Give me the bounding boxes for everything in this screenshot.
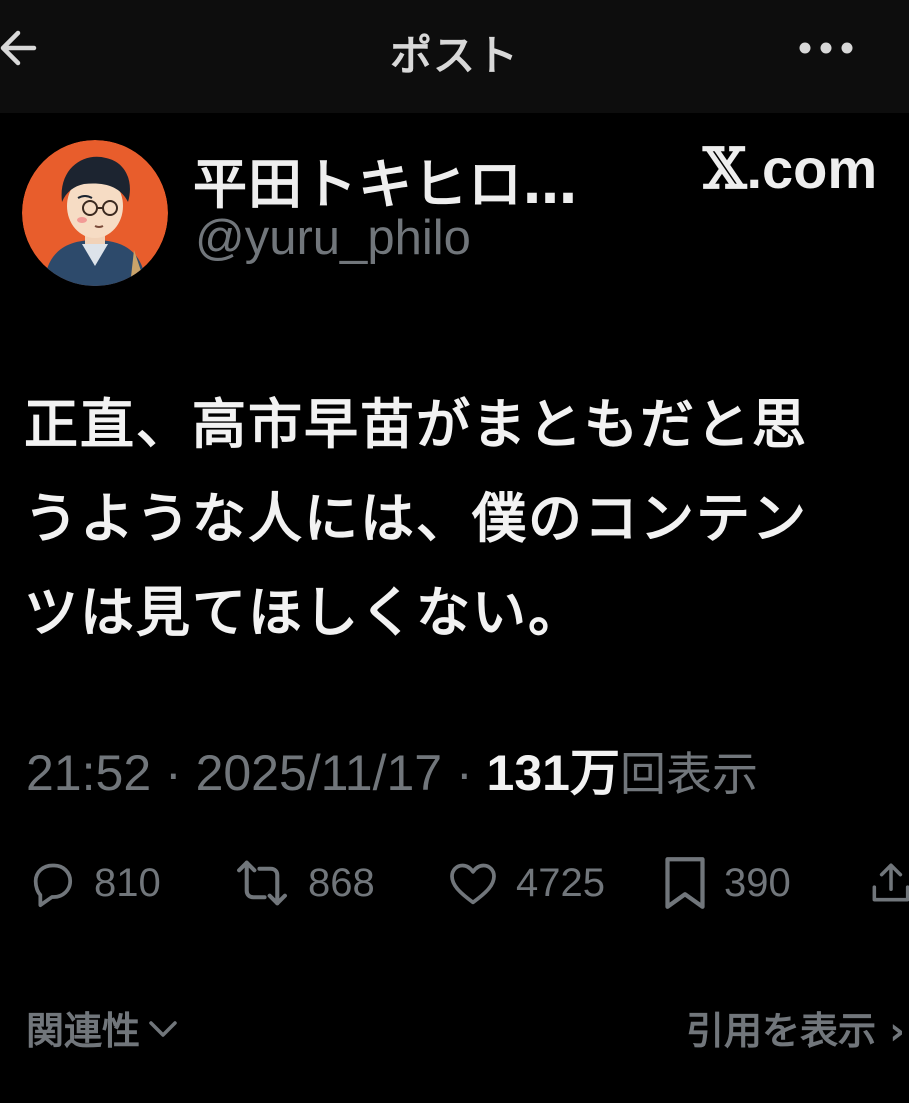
page-title: ポスト — [389, 31, 519, 80]
top-bar: ポスト — [0, 0, 909, 113]
avatar[interactable] — [22, 140, 168, 286]
post-text: 正直、高市早苗がまともだと思 うような人には、僕のコンテン ツは見てほしくない。 — [24, 378, 904, 660]
repost-count: 868 — [308, 860, 375, 905]
bookmark-icon — [665, 857, 705, 909]
more-options-button[interactable] — [796, 28, 856, 68]
like-button[interactable]: 4725 — [444, 848, 605, 918]
post-line: ツは見てほしくない。 — [24, 581, 584, 644]
avatar-illustration — [22, 140, 168, 286]
reply-count: 810 — [94, 860, 161, 905]
share-button[interactable] — [866, 848, 909, 918]
post-date[interactable]: 2025/11/17 — [196, 745, 443, 801]
chevron-down-icon — [149, 1020, 177, 1037]
more-horizontal-icon — [799, 42, 853, 54]
x-logo-icon: 𝕏 — [703, 136, 747, 202]
meta-separator: · — [442, 745, 487, 801]
views-label: 回表示 — [619, 747, 758, 801]
sort-relevance-dropdown[interactable]: 関連性 — [26, 1000, 180, 1055]
share-icon — [872, 863, 909, 902]
author-display-name[interactable]: 平田トキヒロ… — [193, 140, 578, 219]
meta-separator: · — [151, 745, 196, 801]
author-handle[interactable]: @yuru_philo — [195, 210, 471, 266]
bookmark-count: 390 — [724, 860, 791, 905]
action-bar: 810 868 4725 390 — [0, 848, 909, 918]
like-icon — [450, 863, 496, 905]
repost-button[interactable]: 868 — [230, 848, 375, 918]
repost-icon — [237, 860, 287, 906]
site-watermark: 𝕏.com — [703, 136, 877, 202]
bookmark-button[interactable]: 390 — [660, 848, 791, 918]
site-domain: .com — [746, 137, 878, 200]
like-count: 4725 — [516, 860, 605, 905]
sort-relevance-label: 関連性 — [26, 1009, 141, 1053]
post-time[interactable]: 21:52 — [26, 745, 151, 801]
post-line: 正直、高市早苗がまともだと思 — [24, 393, 808, 456]
reply-icon — [33, 863, 73, 908]
views-count: 131万 — [486, 745, 620, 801]
reply-button[interactable]: 810 — [24, 848, 161, 918]
view-quotes-link[interactable]: 引用を表示 › — [686, 1000, 905, 1055]
post-meta: 21:52 · 2025/11/17 · 131万回表示 — [26, 733, 758, 805]
post-line: うような人には、僕のコンテン — [24, 487, 808, 550]
